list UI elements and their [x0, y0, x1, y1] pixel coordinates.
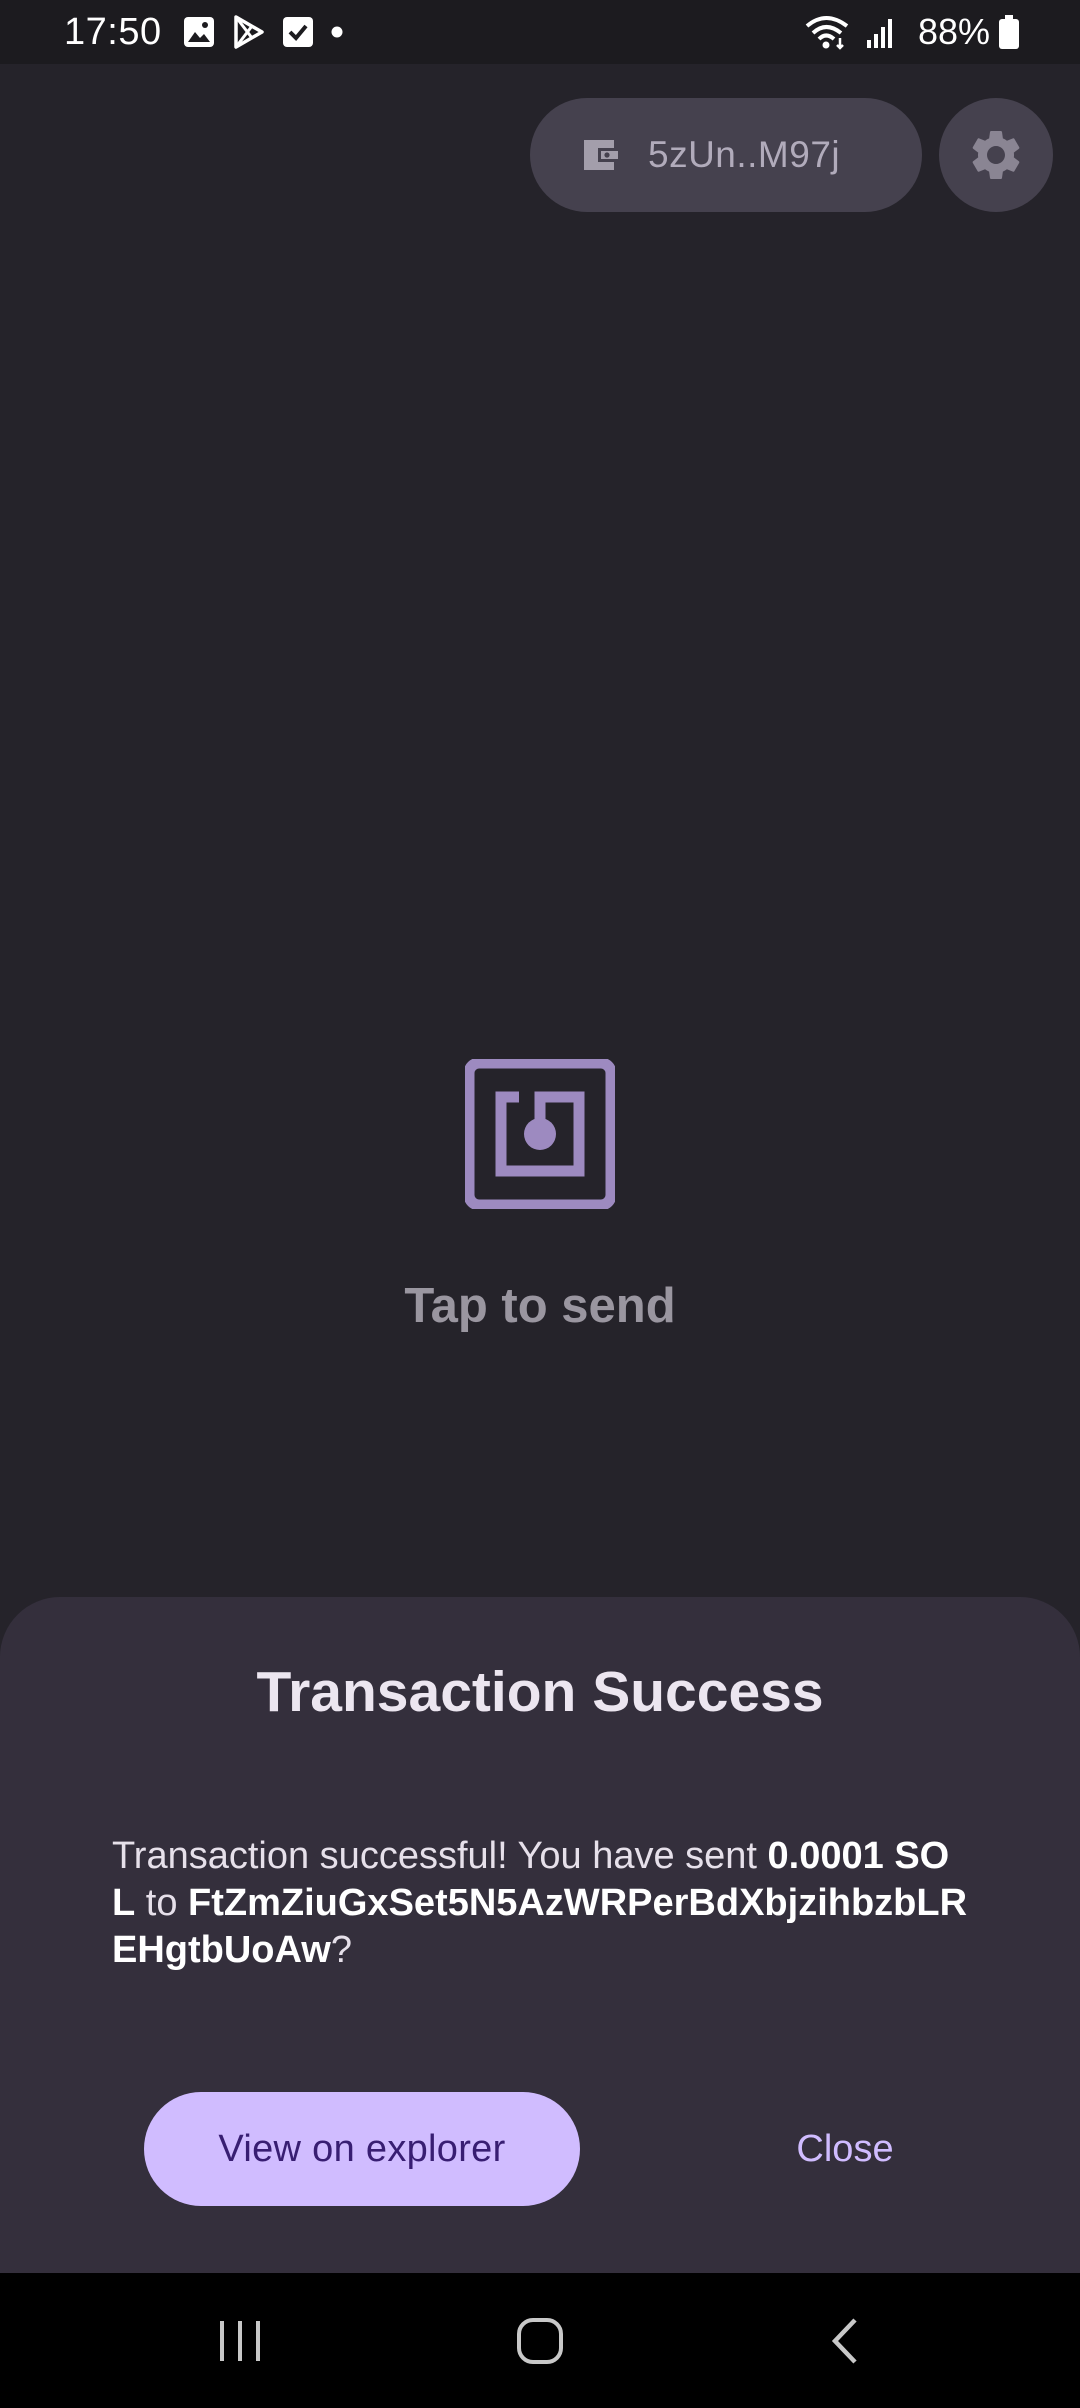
wallet-address-label: 5zUn..M97j: [648, 134, 841, 175]
back-icon: [829, 2316, 861, 2366]
message-suffix: ?: [330, 1929, 352, 1971]
nfc-icon[interactable]: [463, 1057, 617, 1211]
back-button[interactable]: [785, 2273, 905, 2408]
dialog-message: Transaction successful! You have sent 0.…: [112, 1833, 972, 1974]
home-icon: [516, 2317, 564, 2365]
recipient-address: FtZmZiuGxSet5N5AzWRPerBdXbjzihbzbLREHgtb…: [112, 1882, 968, 1971]
gear-icon: [966, 125, 1026, 185]
message-mid: to: [135, 1882, 189, 1924]
battery-percent: 88%: [917, 11, 990, 52]
settings-button[interactable]: [939, 98, 1053, 212]
signal-icon: [866, 16, 896, 48]
message-prefix: Transaction successful! You have sent: [112, 1835, 768, 1877]
recent-apps-icon: [216, 2319, 264, 2363]
play-store-icon: [232, 14, 266, 50]
app-screen: 17:50 88% 5zUn..M97j Tap to send Transac…: [0, 0, 1080, 2408]
home-button[interactable]: [480, 2273, 600, 2408]
status-time: 17:50: [64, 10, 162, 53]
status-left: 17:50: [64, 11, 360, 54]
dot-icon: [330, 25, 344, 39]
tap-to-send-label: Tap to send: [404, 1279, 676, 1333]
status-right: 88%: [804, 11, 1020, 53]
recent-apps-button[interactable]: [180, 2273, 300, 2408]
image-icon: [182, 15, 216, 49]
transaction-dialog: Transaction Success Transaction successf…: [0, 1597, 1080, 2273]
checkbox-icon: [282, 16, 314, 48]
navigation-bar: [0, 2273, 1080, 2408]
view-on-explorer-button[interactable]: View on explorer: [144, 2092, 580, 2206]
close-button[interactable]: Close: [760, 2092, 930, 2206]
wifi-icon: [804, 14, 850, 50]
dialog-title: Transaction Success: [256, 1660, 824, 1724]
wallet-icon: [580, 136, 622, 174]
status-bar: 17:50 88%: [0, 0, 1080, 64]
wallet-address-button[interactable]: 5zUn..M97j: [530, 98, 922, 212]
battery-icon: [998, 15, 1020, 49]
